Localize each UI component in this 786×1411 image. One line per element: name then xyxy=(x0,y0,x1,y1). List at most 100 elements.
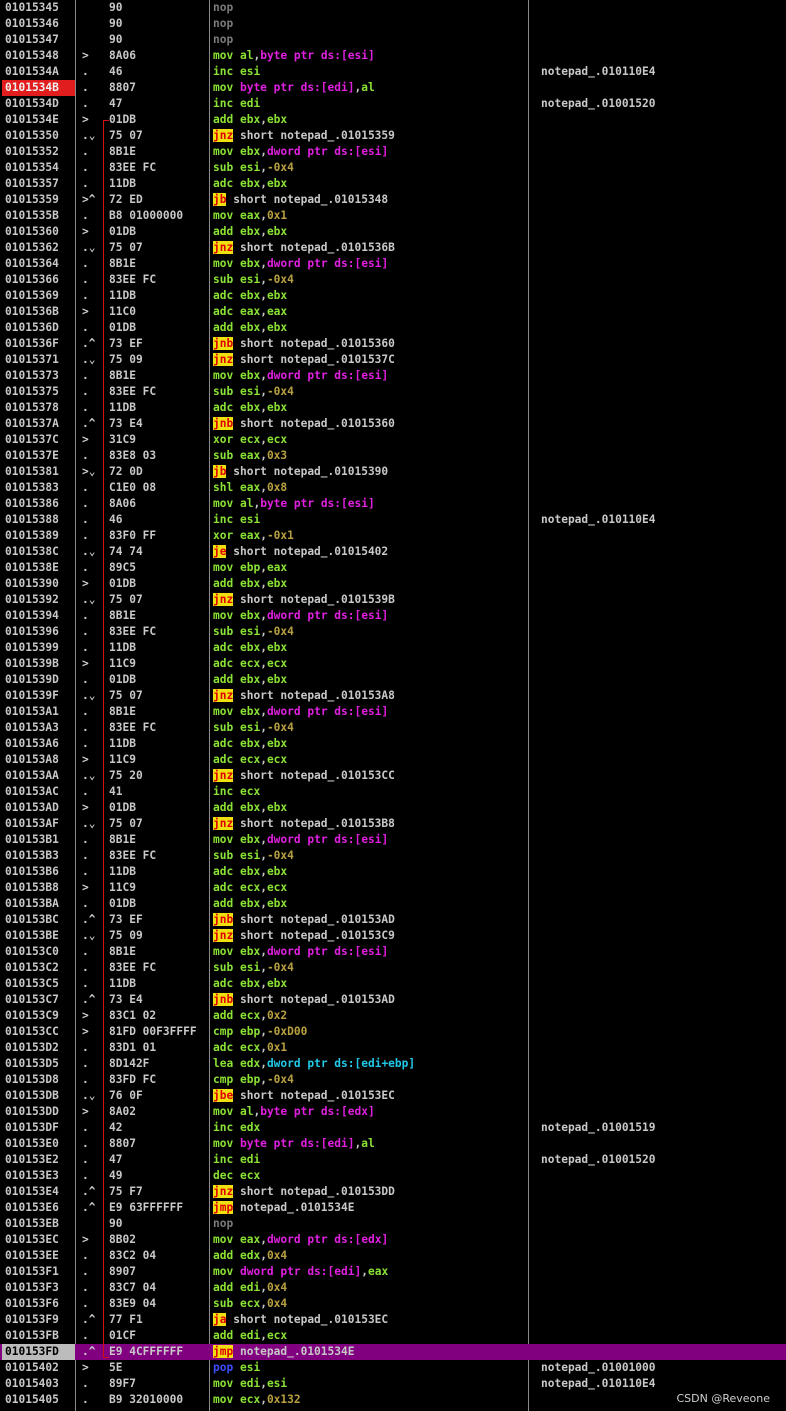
instruction[interactable]: add edi,ecx xyxy=(213,1328,526,1344)
disasm-row[interactable]: 010153C2. 83EE FC sub esi,-0x4 xyxy=(0,960,786,976)
instruction[interactable]: adc ebx,ebx xyxy=(213,976,526,992)
address-cell[interactable]: 0101537E xyxy=(2,448,75,464)
address-cell[interactable]: 010153B1 xyxy=(2,832,75,848)
disasm-row[interactable]: 010153B1. 8B1E mov ebx,dword ptr ds:[esi] xyxy=(0,832,786,848)
disasm-row[interactable]: 0101538C .⌄ 74 74 je short notepad_.0101540… xyxy=(0,544,786,560)
address-cell[interactable]: 010153E2 xyxy=(2,1152,75,1168)
instruction[interactable]: sub eax,0x3 xyxy=(213,448,526,464)
address-cell[interactable]: 01015386 xyxy=(2,496,75,512)
disasm-row[interactable]: 0101534A. 46 inc esi notepad_.010110E4 xyxy=(0,64,786,80)
address-cell[interactable]: 0101539F xyxy=(2,688,75,704)
address-cell[interactable]: 01015352 xyxy=(2,144,75,160)
disasm-row[interactable]: 010153EE. 83C2 04 add edx,0x4 xyxy=(0,1248,786,1264)
disasm-row[interactable]: 010153AF .⌄ 75 07 jnz short notepad_.010153… xyxy=(0,816,786,832)
address-cell[interactable]: 0101534D xyxy=(2,96,75,112)
address-cell[interactable]: 01015354 xyxy=(2,160,75,176)
address-cell[interactable]: 010153EE xyxy=(2,1248,75,1264)
disasm-row[interactable]: 010153EB 90 nop xyxy=(0,1216,786,1232)
address-cell[interactable]: 010153B3 xyxy=(2,848,75,864)
address-cell[interactable]: 010153E4 xyxy=(2,1184,75,1200)
disasm-row[interactable]: 01015394. 8B1E mov ebx,dword ptr ds:[esi] xyxy=(0,608,786,624)
disasm-row[interactable]: 0101539D. 01DB add ebx,ebx xyxy=(0,672,786,688)
instruction[interactable]: adc ebx,ebx xyxy=(213,736,526,752)
disasm-row[interactable]: 01015402 >5E pop esi notepad_.01001000 xyxy=(0,1360,786,1376)
instruction[interactable]: jb short notepad_.01015348 xyxy=(213,192,526,208)
instruction[interactable]: mov al,byte ptr ds:[edx] xyxy=(213,1104,526,1120)
disasm-row[interactable]: 01015373. 8B1E mov ebx,dword ptr ds:[esi] xyxy=(0,368,786,384)
disasm-row[interactable]: 010153DF. 42 inc edx notepad_.01001519 xyxy=(0,1120,786,1136)
disasm-row[interactable]: 0101534B. 8807 mov byte ptr ds:[edi],al xyxy=(0,80,786,96)
disasm-row[interactable]: 010153FD .^ E9 4CFFFFFF jmp notepad_.010153… xyxy=(0,1344,786,1360)
instruction[interactable]: add ebx,ebx xyxy=(213,576,526,592)
instruction[interactable]: jnz short notepad_.010153A8 xyxy=(213,688,526,704)
instruction[interactable]: inc edi xyxy=(213,96,526,112)
address-cell[interactable]: 0101537A xyxy=(2,416,75,432)
disasm-row[interactable]: 010153D2. 83D1 01 adc ecx,0x1 xyxy=(0,1040,786,1056)
instruction[interactable]: adc ecx,ecx xyxy=(213,880,526,896)
address-cell[interactable]: 0101538E xyxy=(2,560,75,576)
instruction[interactable]: jnz short notepad_.010153C9 xyxy=(213,928,526,944)
disasm-row[interactable]: 010153F6. 83E9 04 sub ecx,0x4 xyxy=(0,1296,786,1312)
address-cell[interactable]: 010153B6 xyxy=(2,864,75,880)
disasm-row[interactable]: 01015362 .⌄ 75 07 jnz short notepad_.010153… xyxy=(0,240,786,256)
address-cell[interactable]: 010153FB xyxy=(2,1328,75,1344)
instruction[interactable]: jnz short notepad_.01015359 xyxy=(213,128,526,144)
address-cell[interactable]: 010153DB xyxy=(2,1088,75,1104)
disasm-row[interactable]: 010153B8 >11C9 adc ecx,ecx xyxy=(0,880,786,896)
address-cell[interactable]: 010153F9 xyxy=(2,1312,75,1328)
address-cell[interactable]: 010153C7 xyxy=(2,992,75,1008)
disasm-row[interactable]: 01015392 .⌄ 75 07 jnz short notepad_.010153… xyxy=(0,592,786,608)
instruction[interactable]: add ebx,ebx xyxy=(213,896,526,912)
instruction[interactable]: nop xyxy=(213,0,526,16)
instruction[interactable]: adc ebx,ebx xyxy=(213,176,526,192)
address-cell[interactable]: 01015345 xyxy=(2,0,75,16)
address-cell[interactable]: 010153A1 xyxy=(2,704,75,720)
address-cell[interactable]: 010153E6 xyxy=(2,1200,75,1216)
disasm-row[interactable]: 010153A8 >11C9 adc ecx,ecx xyxy=(0,752,786,768)
disasm-row[interactable]: 010153BC .^ 73 EF jnb short notepad_.010153… xyxy=(0,912,786,928)
instruction[interactable]: mov ebx,dword ptr ds:[esi] xyxy=(213,256,526,272)
disasm-row[interactable]: 01015350 .⌄ 75 07 jnz short notepad_.010153… xyxy=(0,128,786,144)
disasm-row[interactable]: 01015386. 8A06 mov al,byte ptr ds:[esi] xyxy=(0,496,786,512)
disasm-row[interactable]: 0101539B >11C9 adc ecx,ecx xyxy=(0,656,786,672)
address-cell[interactable]: 01015366 xyxy=(2,272,75,288)
instruction[interactable]: mov ebx,dword ptr ds:[esi] xyxy=(213,608,526,624)
instruction[interactable]: jnz short notepad_.010153B8 xyxy=(213,816,526,832)
address-cell[interactable]: 01015359 xyxy=(2,192,75,208)
address-cell[interactable]: 010153B8 xyxy=(2,880,75,896)
disasm-row[interactable]: 0101537A .^ 73 E4 jnb short notepad_.010153… xyxy=(0,416,786,432)
disasm-row[interactable]: 010153D5. 8D142F lea edx,dword ptr ds:[edi… xyxy=(0,1056,786,1072)
disasm-row[interactable]: 010153A6. 11DB adc ebx,ebx xyxy=(0,736,786,752)
instruction[interactable]: jnz short notepad_.0101539B xyxy=(213,592,526,608)
instruction[interactable]: inc ecx xyxy=(213,784,526,800)
address-cell[interactable]: 010153EC xyxy=(2,1232,75,1248)
address-cell[interactable]: 01015369 xyxy=(2,288,75,304)
instruction[interactable]: add ebx,ebx xyxy=(213,320,526,336)
instruction[interactable]: add ebx,ebx xyxy=(213,800,526,816)
address-cell[interactable]: 010153FD xyxy=(2,1344,75,1360)
address-cell[interactable]: 010153C5 xyxy=(2,976,75,992)
address-cell[interactable]: 010153AC xyxy=(2,784,75,800)
address-cell[interactable]: 01015350 xyxy=(2,128,75,144)
disasm-row[interactable]: 010153AC. 41 inc ecx xyxy=(0,784,786,800)
disasm-row[interactable]: 01015366. 83EE FC sub esi,-0x4 xyxy=(0,272,786,288)
instruction[interactable]: mov byte ptr ds:[edi],al xyxy=(213,1136,526,1152)
instruction[interactable]: nop xyxy=(213,16,526,32)
instruction[interactable]: adc ebx,ebx xyxy=(213,288,526,304)
address-cell[interactable]: 0101534B xyxy=(2,80,75,96)
address-cell[interactable]: 010153D8 xyxy=(2,1072,75,1088)
address-cell[interactable]: 010153EB xyxy=(2,1216,75,1232)
address-cell[interactable]: 01015394 xyxy=(2,608,75,624)
address-cell[interactable]: 0101536B xyxy=(2,304,75,320)
instruction[interactable]: shl eax,0x8 xyxy=(213,480,526,496)
disasm-row[interactable]: 01015403. 89F7 mov edi,esi notepad_.010110E… xyxy=(0,1376,786,1392)
address-cell[interactable]: 0101537C xyxy=(2,432,75,448)
address-cell[interactable]: 01015390 xyxy=(2,576,75,592)
instruction[interactable]: nop xyxy=(213,1216,526,1232)
instruction[interactable]: mov dword ptr ds:[edi],eax xyxy=(213,1264,526,1280)
disasm-row[interactable]: 01015357. 11DB adc ebx,ebx xyxy=(0,176,786,192)
instruction[interactable]: sub esi,-0x4 xyxy=(213,384,526,400)
address-cell[interactable]: 010153F6 xyxy=(2,1296,75,1312)
instruction[interactable]: jnz short notepad_.0101536B xyxy=(213,240,526,256)
instruction[interactable]: inc esi xyxy=(213,512,526,528)
